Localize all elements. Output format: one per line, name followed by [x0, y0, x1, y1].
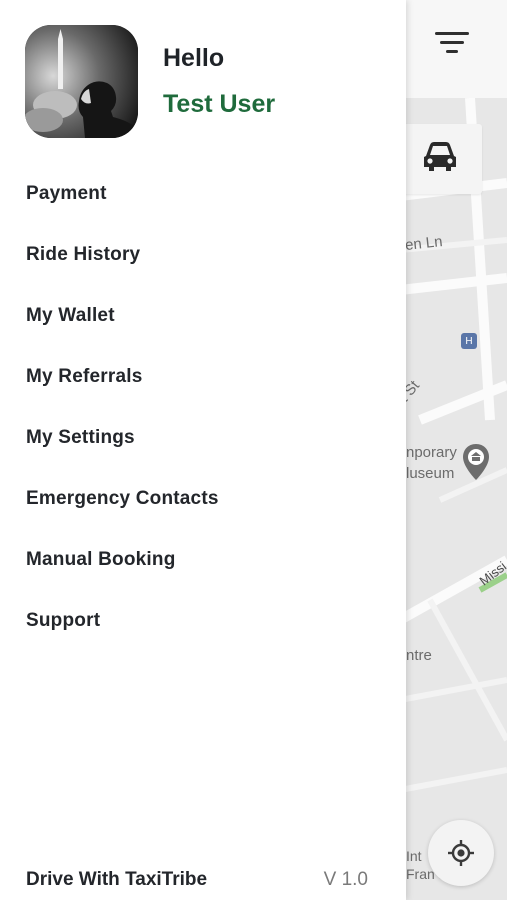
museum-pin-icon [463, 444, 489, 480]
map-poi-label: ntre [406, 647, 432, 664]
menu-item-manual-booking[interactable]: Manual Booking [0, 529, 406, 590]
filter-icon[interactable] [430, 26, 474, 58]
drawer-menu: Payment Ride History My Wallet My Referr… [0, 163, 406, 651]
map-poi-label: Int [406, 848, 422, 864]
menu-item-payment[interactable]: Payment [0, 163, 406, 224]
user-name: Test User [163, 90, 276, 118]
map-poi-label: nporary [406, 444, 457, 461]
menu-item-my-wallet[interactable]: My Wallet [0, 285, 406, 346]
my-location-icon [448, 840, 474, 866]
navigation-drawer: Hello Test User Payment Ride History My … [0, 0, 406, 900]
my-location-button[interactable] [428, 820, 494, 886]
menu-item-my-referrals[interactable]: My Referrals [0, 346, 406, 407]
menu-item-my-settings[interactable]: My Settings [0, 407, 406, 468]
transit-icon: H [461, 333, 477, 349]
ride-type-car-tile[interactable] [400, 124, 482, 194]
map-poi-label: luseum [406, 465, 455, 482]
drive-with-link[interactable]: Drive With TaxiTribe [26, 869, 207, 891]
menu-item-emergency-contacts[interactable]: Emergency Contacts [0, 468, 406, 529]
app-version: V 1.0 [323, 869, 368, 890]
menu-item-ride-history[interactable]: Ride History [0, 224, 406, 285]
car-icon [424, 142, 456, 171]
greeting-text: Hello [163, 44, 225, 72]
menu-item-support[interactable]: Support [0, 590, 406, 651]
avatar[interactable] [25, 25, 138, 138]
profile-photo [25, 25, 138, 138]
